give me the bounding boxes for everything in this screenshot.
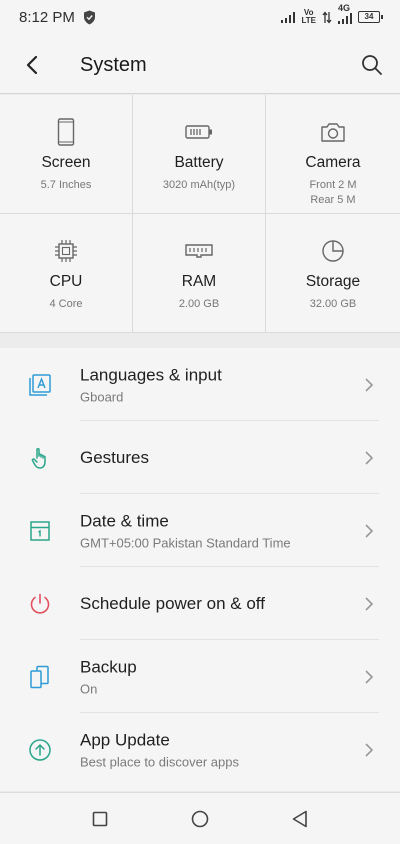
device-specs-grid: Screen 5.7 Inches Battery 3020 mAh(typ) … xyxy=(0,95,400,333)
setting-subtitle: Best place to discover apps xyxy=(80,754,239,769)
cpu-icon xyxy=(51,236,81,266)
chevron-right-icon xyxy=(365,596,374,611)
spec-screen[interactable]: Screen 5.7 Inches xyxy=(0,95,133,214)
setting-title: Gestures xyxy=(80,447,149,467)
front-camera-value: Front 2 M xyxy=(309,179,357,191)
chevron-right-icon xyxy=(365,742,374,757)
shield-icon xyxy=(84,10,95,25)
spec-name: Screen xyxy=(41,154,91,171)
volte-line2: LTE xyxy=(301,16,316,25)
power-icon xyxy=(30,593,50,614)
setting-title: Languages & input xyxy=(80,365,222,384)
battery-icon xyxy=(184,117,214,147)
data-transfer-icon xyxy=(322,10,332,24)
spec-name: RAM xyxy=(181,273,217,290)
backup-icon xyxy=(30,665,49,688)
setting-title: Date & time xyxy=(80,511,169,530)
setting-subtitle: GMT+05:00 Pakistan Standard Time xyxy=(80,535,291,550)
setting-title: Schedule power on & off xyxy=(80,593,265,613)
chevron-right-icon xyxy=(365,450,374,465)
setting-text: Gestures xyxy=(80,448,350,468)
setting-text: Date & time GMT+05:00 Pakistan Standard … xyxy=(80,511,350,550)
setting-subtitle: On xyxy=(80,681,98,696)
back-triangle-icon[interactable] xyxy=(289,808,311,830)
setting-date-time[interactable]: Date & time GMT+05:00 Pakistan Standard … xyxy=(0,494,400,567)
spec-value: 2.00 GB xyxy=(178,298,220,310)
signal-icon-2 xyxy=(338,12,352,24)
network-type: 4G xyxy=(338,3,351,13)
setting-languages-input[interactable]: Languages & input Gboard xyxy=(0,348,400,421)
setting-title: Backup xyxy=(80,657,137,676)
status-time: 8:12 PM xyxy=(19,9,75,26)
update-arrow-icon xyxy=(29,738,51,761)
spec-value: 32.00 GB xyxy=(309,298,357,310)
spec-name: Battery xyxy=(174,154,224,171)
back-arrow-icon[interactable] xyxy=(20,52,46,78)
spec-value: Front 2 M Rear 5 M xyxy=(309,178,356,208)
home-icon[interactable] xyxy=(189,808,211,830)
battery-status-icon: 34 xyxy=(358,11,383,23)
system-navigation-bar xyxy=(0,792,400,844)
spec-value: 3020 mAh(typ) xyxy=(162,179,236,191)
network-indicator: 4G xyxy=(338,3,352,24)
setting-gestures[interactable]: Gestures xyxy=(0,421,400,494)
ram-icon xyxy=(184,236,214,266)
setting-schedule-power[interactable]: Schedule power on & off xyxy=(0,567,400,640)
setting-text: Schedule power on & off xyxy=(80,594,350,614)
spec-name: Storage xyxy=(305,273,361,290)
pie-chart-icon xyxy=(318,236,348,266)
spec-camera[interactable]: Camera Front 2 M Rear 5 M xyxy=(266,95,400,214)
setting-text: Backup On xyxy=(80,657,350,696)
status-bar: 8:12 PM Vo LTE 4G 34 xyxy=(0,0,400,36)
chevron-right-icon xyxy=(365,669,374,684)
setting-subtitle: Gboard xyxy=(80,389,124,404)
spec-ram[interactable]: RAM 2.00 GB xyxy=(133,214,266,333)
setting-title: App Update xyxy=(80,730,170,749)
spec-cpu[interactable]: CPU 4 Core xyxy=(0,214,133,333)
phone-icon xyxy=(51,117,81,147)
recent-apps-icon[interactable] xyxy=(89,808,111,830)
app-bar: System xyxy=(0,36,400,94)
rear-camera-value: Rear 5 M xyxy=(310,194,356,206)
camera-icon xyxy=(318,117,348,147)
setting-text: App Update Best place to discover apps xyxy=(80,730,350,769)
search-icon[interactable] xyxy=(360,53,384,77)
spec-name: CPU xyxy=(49,273,83,290)
system-settings-list: Languages & input Gboard Gestures Date &… xyxy=(0,348,400,791)
spec-battery[interactable]: Battery 3020 mAh(typ) xyxy=(133,95,266,214)
page-title: System xyxy=(80,54,147,76)
chevron-right-icon xyxy=(365,377,374,392)
chevron-right-icon xyxy=(365,523,374,538)
volte-icon: Vo LTE xyxy=(301,9,316,25)
spec-value: 5.7 Inches xyxy=(40,179,92,191)
language-icon xyxy=(29,373,51,396)
setting-app-update[interactable]: App Update Best place to discover apps xyxy=(0,713,400,786)
status-icons: Vo LTE 4G 34 xyxy=(281,3,383,25)
setting-text: Languages & input Gboard xyxy=(80,365,350,404)
gesture-hand-icon xyxy=(31,447,46,469)
spec-name: Camera xyxy=(305,154,361,171)
battery-level: 34 xyxy=(364,12,374,21)
setting-backup[interactable]: Backup On xyxy=(0,640,400,713)
calendar-icon xyxy=(30,520,50,541)
spec-storage[interactable]: Storage 32.00 GB xyxy=(266,214,400,333)
signal-icon xyxy=(281,11,296,23)
spec-value: 4 Core xyxy=(49,298,83,310)
